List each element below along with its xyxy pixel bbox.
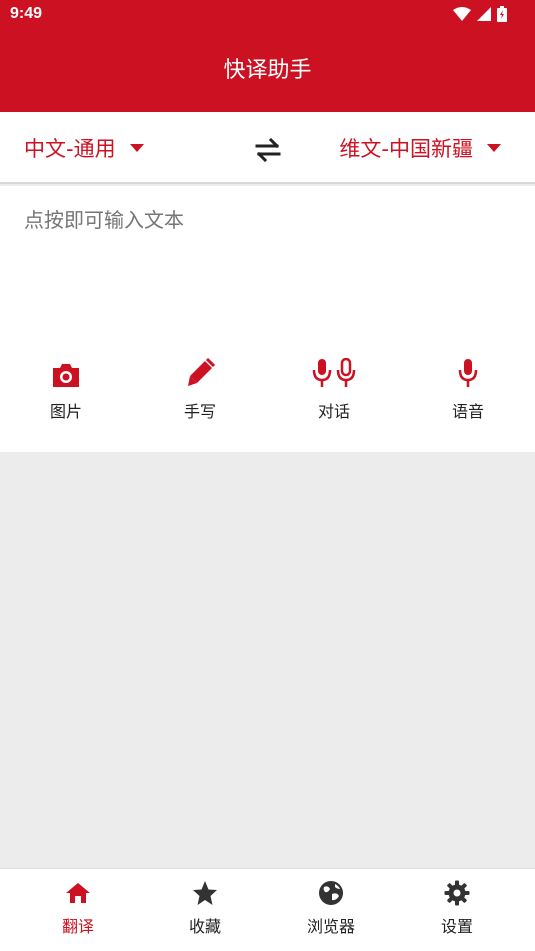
language-bar: 中文-通用 维文-中国新疆 — [0, 112, 535, 184]
home-icon — [66, 883, 90, 903]
star-icon — [193, 881, 217, 905]
app-title: 快译助手 — [223, 58, 312, 83]
swap-languages-icon[interactable] — [252, 134, 284, 166]
tool-handwrite[interactable]: 手写 — [155, 354, 245, 422]
text-input[interactable] — [24, 208, 504, 232]
nav-label: 翻译 — [61, 917, 94, 936]
tool-photo[interactable]: 图片 — [21, 354, 111, 422]
translation-result-area — [0, 452, 535, 868]
nav-label: 设置 — [440, 917, 473, 936]
camera-icon — [53, 364, 79, 387]
status-icons — [453, 6, 507, 22]
source-language-label: 中文-通用 — [24, 137, 116, 161]
gear-icon — [444, 880, 470, 906]
nav-settings[interactable]: 设置 — [407, 879, 507, 937]
target-language-dropdown[interactable]: 维文-中国新疆 — [339, 130, 501, 166]
nav-favorites[interactable]: 收藏 — [155, 879, 255, 937]
wifi-icon — [453, 7, 471, 21]
source-language-dropdown[interactable]: 中文-通用 — [24, 130, 144, 166]
target-language-label: 维文-中国新疆 — [339, 137, 473, 161]
nav-translate[interactable]: 翻译 — [28, 879, 128, 937]
caret-down-icon — [129, 144, 144, 152]
signal-icon — [477, 7, 491, 21]
globe-icon — [319, 881, 343, 905]
tool-voice[interactable]: 语音 — [423, 354, 513, 422]
caret-down-icon — [487, 144, 501, 152]
nav-label: 收藏 — [188, 917, 221, 936]
tool-label: 手写 — [183, 402, 216, 421]
battery-icon — [497, 6, 507, 22]
input-area: 图片 手写 — [0, 186, 535, 452]
status-time: 9:49 — [10, 5, 43, 22]
nav-browser[interactable]: 浏览器 — [281, 879, 381, 937]
bottom-navigation: 翻译 收藏 浏览器 设置 — [0, 868, 535, 951]
nav-label: 浏览器 — [306, 917, 355, 936]
tool-label: 对话 — [317, 402, 350, 421]
tool-label: 语音 — [451, 402, 484, 421]
mic-icon — [458, 359, 478, 387]
tool-label: 图片 — [49, 402, 82, 421]
app-header: 9:49 快译助手 — [0, 0, 535, 112]
tool-conversation[interactable]: 对话 — [289, 354, 379, 422]
dual-mic-icon — [312, 358, 356, 387]
pen-icon — [188, 358, 215, 386]
input-tools: 图片 手写 对话 语音 — [0, 354, 535, 424]
